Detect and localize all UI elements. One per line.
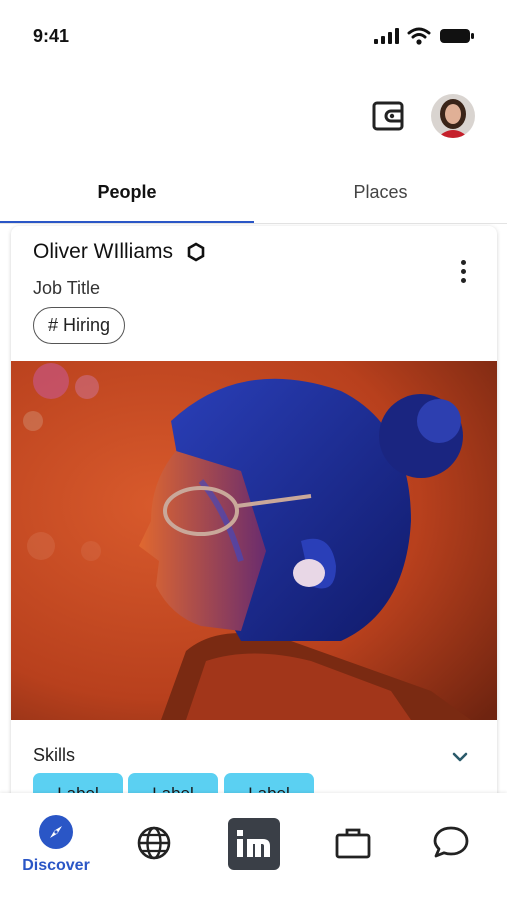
- globe-icon: [137, 826, 171, 860]
- wallet-icon: [372, 101, 404, 131]
- nav-discover[interactable]: Discover: [22, 815, 90, 875]
- more-dot: [460, 259, 466, 265]
- briefcase-icon: [335, 828, 371, 859]
- cellular-signal-icon: [374, 28, 399, 44]
- more-dot: [460, 268, 466, 274]
- nav-messages[interactable]: [432, 824, 470, 860]
- bottom-nav: Discover: [0, 793, 507, 900]
- skills-expand-button[interactable]: [449, 748, 471, 766]
- hexagon-icon: [187, 242, 205, 262]
- job-title: Job Title: [33, 278, 101, 298]
- hiring-tag[interactable]: # Hiring: [33, 307, 126, 344]
- skills-label: Skills: [33, 745, 76, 765]
- tab-divider: [0, 223, 507, 224]
- chevron-down-icon: [452, 752, 468, 762]
- status-icons: [373, 27, 475, 45]
- nav-discover-label: Discover: [22, 857, 90, 874]
- wifi-icon: [407, 27, 431, 45]
- header-actions: [371, 94, 475, 138]
- more-options-button[interactable]: [451, 256, 475, 286]
- battery-icon: [440, 29, 474, 43]
- wallet-button[interactable]: [371, 99, 405, 133]
- nav-brand[interactable]: [228, 818, 280, 870]
- chat-bubble-icon: [433, 826, 469, 858]
- nav-globe[interactable]: [136, 825, 172, 861]
- brand-logo-icon: [237, 830, 270, 857]
- more-dot: [460, 277, 466, 283]
- tab-people[interactable]: People: [0, 162, 254, 222]
- profile-name-row: Oliver WIlliams: [33, 240, 205, 264]
- profile-photo: [11, 361, 497, 720]
- nav-jobs[interactable]: [334, 826, 372, 860]
- avatar[interactable]: [431, 94, 475, 138]
- profile-avatar-image: [431, 94, 475, 138]
- tab-bar: People Places: [0, 162, 507, 224]
- profile-name: Oliver WIlliams: [33, 240, 173, 263]
- compass-icon: [39, 815, 73, 849]
- status-time: 9:41: [33, 26, 70, 46]
- profile-card[interactable]: Oliver WIlliams Job Title # Hiring Skill…: [11, 226, 497, 826]
- tab-places[interactable]: Places: [254, 162, 507, 222]
- status-bar: 9:41: [0, 0, 507, 76]
